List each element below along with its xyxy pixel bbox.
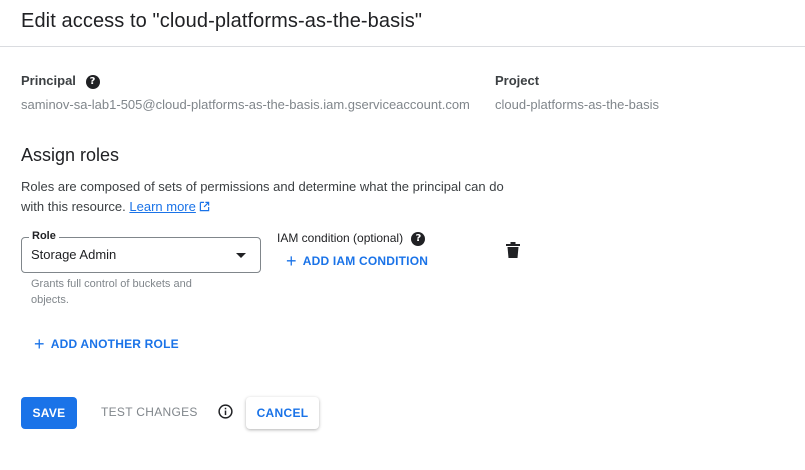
roles-description: Roles are composed of sets of permission… <box>21 177 521 217</box>
info-icon[interactable] <box>218 404 233 419</box>
roles-description-line1: Roles are composed of sets of permission… <box>21 179 504 194</box>
role-field-label: Role <box>29 230 59 242</box>
role-select[interactable]: Role Storage Admin <box>21 230 261 273</box>
learn-more-link[interactable]: Learn more <box>129 199 210 214</box>
principal-value: saminov-sa-lab1-505@cloud-platforms-as-t… <box>21 97 470 112</box>
add-another-role-button[interactable]: + ADD ANOTHER ROLE <box>34 334 179 355</box>
iam-condition-section: IAM condition (optional) ? <box>277 231 426 246</box>
help-circle-icon[interactable]: ? <box>411 231 426 246</box>
role-select-value[interactable]: Storage Admin <box>31 247 116 262</box>
principal-label: Principal <box>21 73 76 88</box>
add-another-role-label[interactable]: ADD ANOTHER ROLE <box>51 337 179 351</box>
add-iam-condition-button[interactable]: + ADD IAM CONDITION <box>286 251 428 272</box>
plus-icon: + <box>34 334 45 354</box>
trash-icon[interactable] <box>506 242 520 258</box>
dropdown-arrow-icon[interactable] <box>236 253 246 258</box>
learn-more-text[interactable]: Learn more <box>129 199 195 214</box>
project-value: cloud-platforms-as-the-basis <box>495 97 660 112</box>
assign-roles-heading: Assign roles <box>21 145 120 165</box>
open-in-new-icon[interactable] <box>199 201 210 212</box>
principal-section: Principal ? <box>21 73 100 89</box>
role-hint: Grants full control of buckets and objec… <box>31 278 192 306</box>
save-button[interactable]: SAVE <box>21 397 77 429</box>
help-circle-icon[interactable]: ? <box>85 74 100 89</box>
add-iam-condition-label[interactable]: ADD IAM CONDITION <box>303 254 428 268</box>
test-changes-button[interactable]: TEST CHANGES <box>101 405 198 419</box>
roles-description-line2: with this resource. <box>21 199 126 214</box>
cancel-button[interactable]: CANCEL <box>246 397 319 429</box>
iam-condition-label: IAM condition (optional) <box>277 231 404 245</box>
dialog-header: Edit access to "cloud-platforms-as-the-b… <box>0 0 805 47</box>
plus-icon: + <box>286 251 297 271</box>
project-label: Project <box>495 73 540 88</box>
dialog-title: Edit access to "cloud-platforms-as-the-b… <box>21 10 423 32</box>
